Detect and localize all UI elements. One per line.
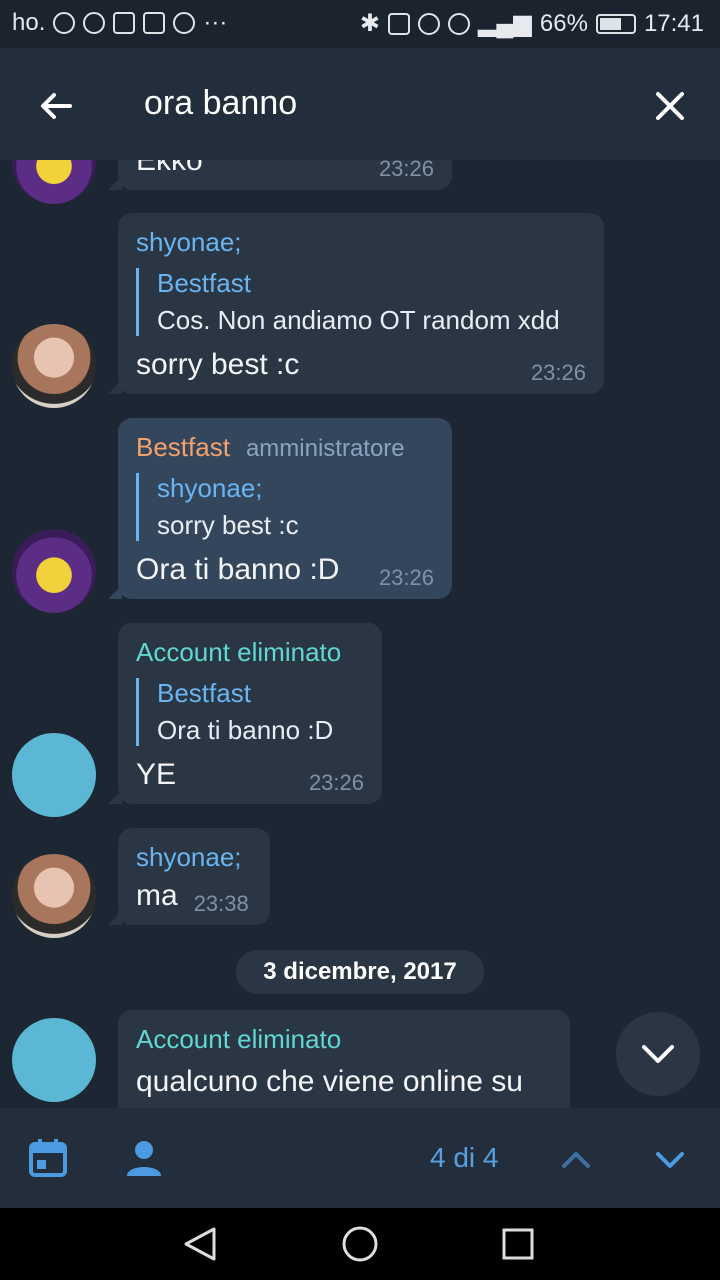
discord-icon <box>173 12 196 34</box>
search-nav-bar: 4 di 4 <box>0 1108 720 1208</box>
sender-line: Bestfast amministratore <box>136 432 434 463</box>
message-bubble[interactable]: shyonae; ma 23:38 <box>108 828 270 925</box>
message-bubble[interactable]: shyonae; Bestfast Cos. Non andiamo OT ra… <box>108 213 604 394</box>
user-filter-icon[interactable] <box>124 1138 164 1178</box>
message-time: 23:26 <box>530 360 586 385</box>
message-time: 23:26 <box>308 770 364 795</box>
reply-sender: Bestfast <box>157 268 251 298</box>
reply-text: Cos. Non andiamo OT random xdd <box>157 305 560 335</box>
youtube-icon <box>143 12 166 34</box>
message-time: 23:26 <box>378 160 434 181</box>
chevron-down-icon[interactable] <box>652 1142 688 1178</box>
battery-percent: 66% <box>539 9 588 37</box>
reply-sender: shyonae; <box>157 473 263 503</box>
signal-icon: ▂▄▆ <box>477 10 532 37</box>
system-nav-bar <box>0 1208 720 1280</box>
nav-home-icon[interactable] <box>340 1224 380 1264</box>
battery-icon <box>595 13 636 34</box>
arrow-left-icon[interactable] <box>34 84 78 128</box>
status-left: ho. ··· <box>12 9 227 37</box>
reply-quote[interactable]: Bestfast Ora ti banno :D <box>136 678 364 746</box>
sender-name[interactable]: shyonae; <box>136 842 252 873</box>
message-time: 23:26 <box>378 565 434 590</box>
sender-name[interactable]: Account eliminato <box>136 1024 552 1055</box>
bluetooth-icon: ✱ <box>359 10 380 37</box>
nav-back-icon[interactable] <box>180 1226 220 1262</box>
status-right: ✱ ▂▄▆ 66% 17:41 <box>360 9 704 38</box>
status-bar: ho. ··· ✱ ▂▄▆ 66% 17:41 <box>0 0 720 48</box>
admin-badge: amministratore <box>245 435 405 462</box>
message-bubble-highlighted[interactable]: Bestfast amministratore shyonae; sorry b… <box>108 418 452 599</box>
vibrate-icon <box>387 12 410 35</box>
scroll-to-bottom-button[interactable] <box>616 1012 700 1096</box>
search-result-counter: 4 di 4 <box>430 1142 499 1173</box>
nav-recents-icon[interactable] <box>500 1226 536 1262</box>
message-bubble[interactable]: Account eliminato Bestfast Ora ti banno … <box>108 623 382 804</box>
avatar[interactable] <box>12 1018 96 1102</box>
avatar[interactable] <box>12 529 96 613</box>
chat-messages[interactable]: Ekko 23:26 shyonae; Bestfast Cos. Non an… <box>0 160 720 1108</box>
whatsapp-icon <box>53 12 76 34</box>
sender-name[interactable]: Account eliminato <box>136 637 364 668</box>
message-text: ma <box>136 879 178 912</box>
reply-quote[interactable]: Bestfast Cos. Non andiamo OT random xdd <box>136 268 586 336</box>
sender-name[interactable]: shyonae; <box>136 227 586 258</box>
chevron-down-icon <box>642 1045 674 1063</box>
search-header: ora banno <box>0 48 720 160</box>
message-text: qualcuno che viene online su <box>136 1065 523 1098</box>
reply-quote[interactable]: shyonae; sorry best :c <box>136 473 434 541</box>
avatar[interactable] <box>12 324 96 408</box>
reply-sender: Bestfast <box>157 678 251 708</box>
chevron-up-icon[interactable] <box>558 1142 594 1178</box>
facebook-icon <box>113 12 136 34</box>
message-time: 23:38 <box>193 891 249 916</box>
message-bubble[interactable]: Account eliminato qualcuno che viene onl… <box>118 1010 570 1108</box>
message-text: Ora ti banno :D <box>136 553 340 586</box>
telegram-icon <box>83 12 106 34</box>
carrier-label: ho. <box>12 9 46 36</box>
eye-comfort-icon <box>447 12 470 35</box>
close-icon[interactable] <box>648 84 692 128</box>
message-text: sorry best :c <box>136 348 300 381</box>
search-input[interactable]: ora banno <box>144 84 297 123</box>
clock: 17:41 <box>643 9 704 37</box>
calendar-icon[interactable] <box>28 1138 68 1178</box>
alarm-icon <box>417 12 440 35</box>
avatar[interactable] <box>12 733 96 817</box>
reply-text: Ora ti banno :D <box>157 715 334 745</box>
message-text: YE <box>136 758 177 791</box>
avatar[interactable] <box>12 160 96 204</box>
reply-text: sorry best :c <box>157 510 299 540</box>
more-notifications-icon: ··· <box>203 9 228 36</box>
date-separator: 3 dicembre, 2017 <box>236 950 484 994</box>
avatar[interactable] <box>12 854 96 938</box>
sender-name[interactable]: Bestfast <box>136 432 230 463</box>
message-text: Ekko <box>136 160 203 177</box>
message-bubble[interactable]: Ekko 23:26 <box>108 160 452 190</box>
